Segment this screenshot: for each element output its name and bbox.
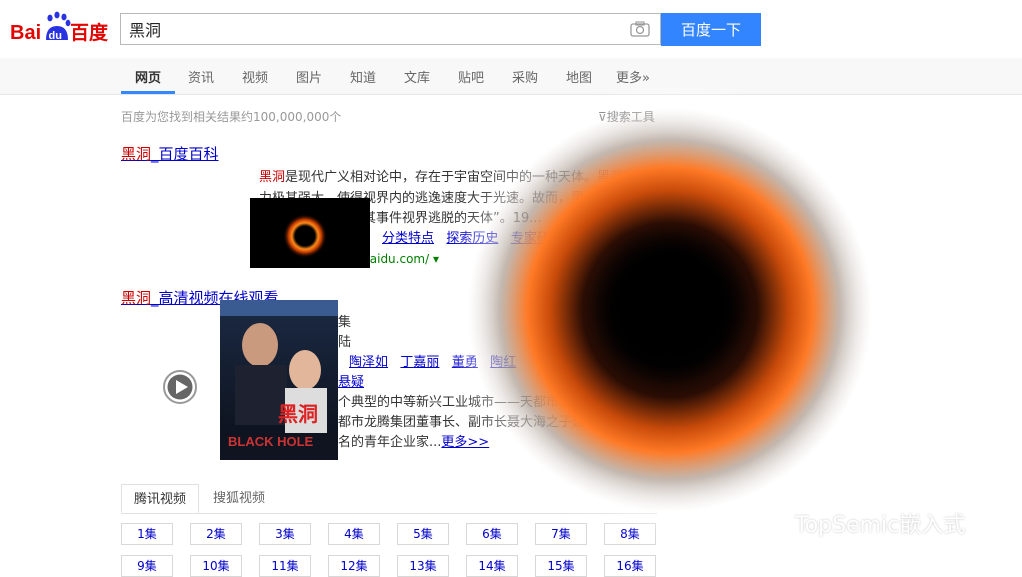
- logo-text-du: du: [49, 30, 62, 42]
- episode-button[interactable]: 2集: [190, 523, 242, 545]
- link-classification[interactable]: 分类特点: [382, 231, 434, 246]
- tab-tencent-video[interactable]: 腾讯视频: [121, 484, 200, 513]
- actor-link[interactable]: 陶泽如: [349, 355, 388, 370]
- tab-map[interactable]: 地图: [566, 67, 592, 86]
- poster-title: 黑洞: [278, 402, 318, 426]
- tab-sohu-video[interactable]: 搜狐视频: [201, 484, 277, 513]
- title-keyword: 黑洞: [121, 289, 152, 307]
- result2-line1: 集: [338, 315, 352, 330]
- episode-button[interactable]: 3集: [259, 523, 311, 545]
- result2-desc2: 都市龙腾集团董事长、副市长聂大海之子聂明宇是: [338, 415, 625, 430]
- result1-links: 分类特点 探索历史 专家研究 更多>>: [382, 228, 662, 250]
- tab-wenku[interactable]: 文库: [404, 67, 430, 86]
- episode-button[interactable]: 15集: [535, 555, 587, 577]
- episode-button[interactable]: 14集: [466, 555, 518, 577]
- tab-images[interactable]: 图片: [296, 67, 322, 86]
- logo-text-baidu: 百度: [70, 21, 109, 44]
- genre-link[interactable]: 悬疑: [338, 375, 364, 390]
- tab-web[interactable]: 网页: [135, 67, 161, 86]
- result2-desc1: 个典型的中等新兴工业城市——天都市。: [338, 395, 573, 410]
- episode-button[interactable]: 7集: [535, 523, 587, 545]
- actor-link[interactable]: 陶红: [490, 355, 516, 370]
- episode-button[interactable]: 4集: [328, 523, 380, 545]
- tab-video[interactable]: 视频: [242, 67, 268, 86]
- active-tab-indicator: [121, 91, 175, 94]
- header: Bai du 百度 百度一下: [0, 0, 1022, 58]
- result1-snippet-line1: 黑洞是现代广义相对论中，存在于宇宙空间中的一种天体。黑洞的引: [259, 170, 650, 185]
- play-icon[interactable]: [163, 370, 197, 404]
- search-box[interactable]: [120, 13, 661, 45]
- search-button[interactable]: 百度一下: [661, 13, 761, 46]
- result-count: 百度为您找到相关结果约100,000,000个: [121, 110, 342, 124]
- result-title-baike[interactable]: 黑洞_百度百科: [121, 143, 219, 164]
- link-research[interactable]: 专家研究: [511, 231, 563, 246]
- link-history[interactable]: 探索历史: [446, 231, 498, 246]
- watermark-text: TopSemic嵌入式: [795, 513, 966, 538]
- episode-button[interactable]: 1集: [121, 523, 173, 545]
- tab-tieba[interactable]: 贴吧: [458, 67, 484, 86]
- result2-desc3: 名的青年企业家...更多>>: [338, 435, 490, 450]
- wechat-icon: [745, 509, 781, 535]
- episode-button[interactable]: 16集: [604, 555, 656, 577]
- logo-text-bai: Bai: [10, 22, 41, 44]
- episode-button[interactable]: 11集: [259, 555, 311, 577]
- movie-poster[interactable]: 黑洞 BLACK HOLE: [220, 300, 338, 460]
- search-tabs: 网页 资讯 视频 图片 知道 文库 贴吧 采购 地图 更多»: [0, 58, 1022, 95]
- title-keyword: 黑洞: [121, 145, 152, 163]
- episode-button[interactable]: 8集: [604, 523, 656, 545]
- episode-button[interactable]: 10集: [190, 555, 242, 577]
- blackhole-image: [250, 198, 370, 268]
- actor-link[interactable]: 董勇: [452, 355, 478, 370]
- actor-link[interactable]: 丁嘉丽: [400, 355, 439, 370]
- result2-actors: 陶泽如 丁嘉丽 董勇 陶红: [349, 352, 679, 374]
- tab-news[interactable]: 资讯: [188, 67, 214, 86]
- search-tools[interactable]: ⊽搜索工具: [598, 108, 655, 125]
- camera-icon[interactable]: [630, 21, 650, 37]
- episode-button[interactable]: 12集: [328, 555, 380, 577]
- blackhole-thumbnail[interactable]: [250, 198, 370, 268]
- poster-subtitle: BLACK HOLE: [228, 434, 314, 449]
- result2-genre: 悬疑: [338, 372, 398, 394]
- video-source-tabs: 腾讯视频 搜狐视频: [121, 484, 657, 514]
- more-link[interactable]: 更多>>: [441, 435, 489, 450]
- tab-more[interactable]: 更多»: [616, 67, 650, 86]
- tab-zhidao[interactable]: 知道: [350, 67, 376, 86]
- episode-button[interactable]: 9集: [121, 555, 173, 577]
- link-more[interactable]: 更多>>: [575, 231, 623, 246]
- episode-button[interactable]: 13集: [397, 555, 449, 577]
- search-tools-label: 搜索工具: [606, 110, 655, 124]
- blackhole-overlay: [440, 80, 900, 540]
- result2-line2: 陆: [338, 335, 352, 350]
- filter-icon: ⊽: [598, 110, 607, 124]
- title-rest: _百度百科: [151, 145, 219, 163]
- tab-caigou[interactable]: 采购: [512, 67, 538, 86]
- baidu-logo[interactable]: Bai du 百度: [10, 10, 112, 46]
- search-input[interactable]: [121, 14, 637, 44]
- episode-button[interactable]: 6集: [466, 523, 518, 545]
- episode-button[interactable]: 5集: [397, 523, 449, 545]
